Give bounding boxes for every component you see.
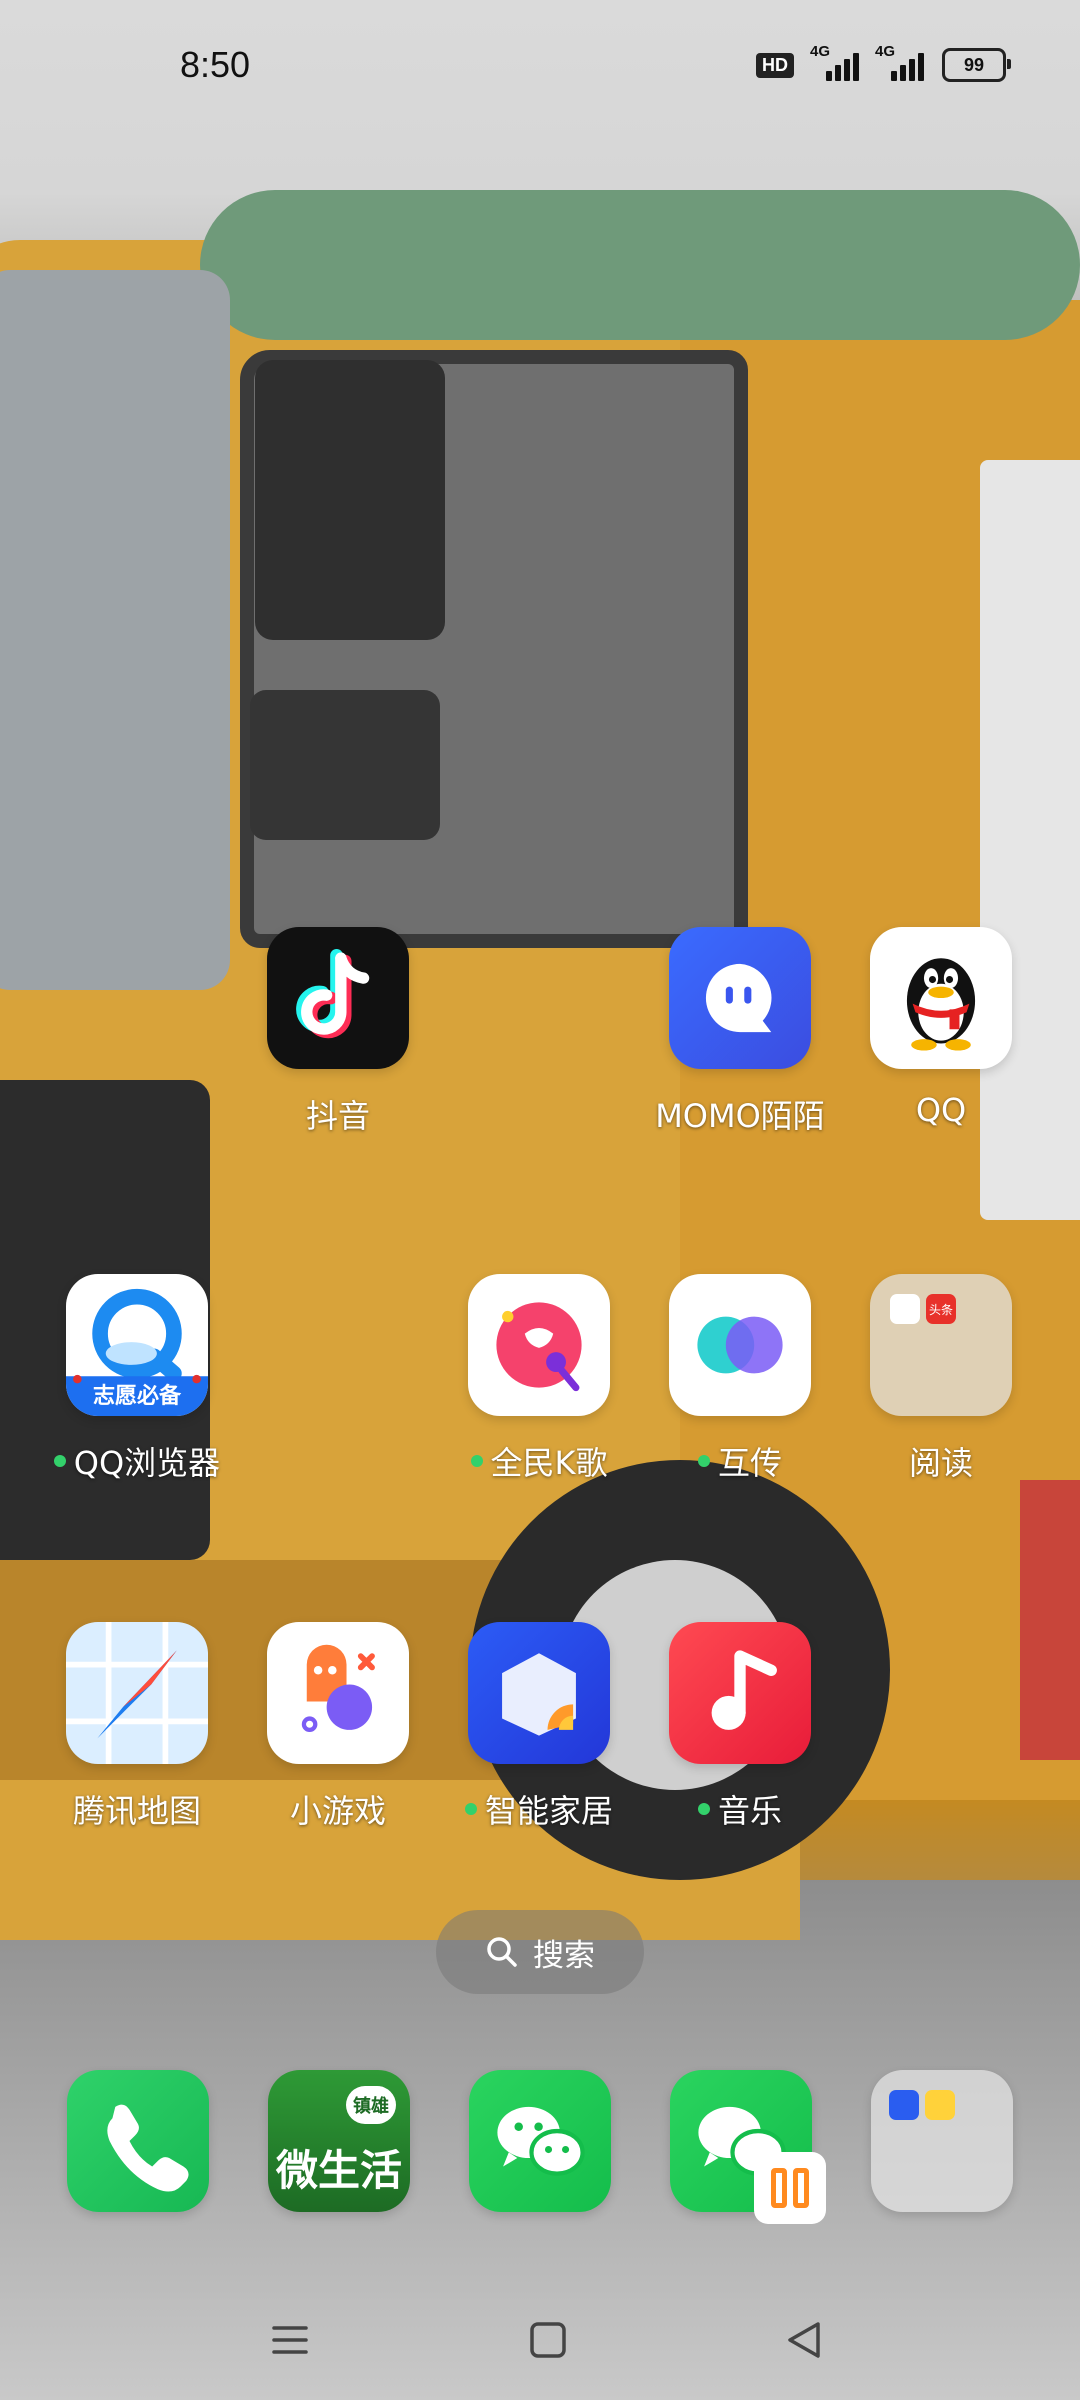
hd-voice-badge: HD (756, 52, 794, 78)
wallpaper-mirror (255, 360, 445, 640)
sim2-signal-icon: 4G (875, 43, 924, 81)
sim1-signal-icon: 4G (810, 43, 859, 81)
dock-wechat-app[interactable] (469, 2070, 611, 2212)
app-label: 腾讯地图 (72, 1792, 201, 1830)
app-label: QQ浏览器 (37, 1438, 237, 1484)
mini-games-icon (267, 1622, 409, 1764)
home-search-button[interactable]: 搜索 (436, 1910, 644, 1994)
app-label: 小游戏 (289, 1792, 386, 1830)
nav-home-button[interactable] (526, 2310, 570, 2370)
wallpaper-windshield (0, 270, 230, 990)
app-label: 音乐 (640, 1786, 840, 1832)
phone-icon (107, 2104, 189, 2192)
dock-wechat-clone-app[interactable] (670, 2070, 826, 2224)
sim1-network-type: 4G (810, 43, 831, 60)
momo-icon (669, 927, 811, 1069)
nav-back-button[interactable] (782, 2310, 826, 2370)
app-label: 阅读 (908, 1444, 973, 1482)
app-qq[interactable]: QQ (841, 927, 1041, 1129)
app-label: QQ (915, 1091, 967, 1129)
app-smart-home[interactable]: 智能家居 (439, 1622, 639, 1832)
folder-mini-app-blue-icon (889, 2090, 919, 2120)
app-reading-folder[interactable]: 头条 阅读 (841, 1274, 1041, 1484)
dock-folder[interactable] (871, 2070, 1013, 2212)
smart-home-icon (468, 1622, 610, 1764)
dock-phone-app[interactable] (67, 2070, 209, 2212)
wallpaper-tank (200, 190, 1080, 340)
music-note-icon (669, 1622, 811, 1764)
app-quanmin-kge[interactable]: 全民K歌 (439, 1274, 639, 1484)
tencent-map-icon (66, 1622, 208, 1764)
wechat-icon (497, 2106, 585, 2176)
wechat-life-badge-icon: 镇雄 (346, 2086, 396, 2124)
reading-folder-icon: 头条 (870, 1274, 1012, 1416)
status-bar: 8:50 HD 4G 4G 99 (0, 0, 1080, 140)
dock-wechat-life-app[interactable]: 镇雄 微生活 (268, 2070, 410, 2212)
new-install-dot (464, 1803, 477, 1815)
menu-icon (272, 2326, 308, 2354)
qq-browser-banner-text: 志愿必备 (92, 1384, 181, 1409)
qq-browser-icon: 志愿必备 (66, 1274, 208, 1416)
qq-penguin-icon (870, 927, 1012, 1069)
toutiao-mini-icon: 头条 (926, 1294, 956, 1324)
nav-menu-button[interactable] (268, 2310, 312, 2370)
app-tencent-map[interactable]: 腾讯地图 (37, 1622, 237, 1832)
battery-level: 99 (963, 54, 985, 75)
search-icon (487, 1937, 517, 1967)
app-label: 抖音 (305, 1097, 370, 1135)
app-mini-games[interactable]: 小游戏 (238, 1622, 438, 1832)
wallpaper-mirror-lower (250, 690, 440, 840)
sim2-network-type: 4G (875, 43, 896, 60)
status-icons: HD 4G 4G 99 (756, 43, 1011, 82)
app-douyin[interactable]: 抖音 (238, 927, 438, 1137)
wallpaper-red-box (1020, 1480, 1080, 1760)
app-label: 全民K歌 (439, 1438, 639, 1484)
new-install-dot (470, 1455, 483, 1467)
huchuan-icon (669, 1274, 811, 1416)
new-install-dot (53, 1455, 66, 1467)
status-time: 8:50 (180, 44, 251, 85)
app-label: 互传 (640, 1438, 840, 1484)
battery-icon: 99 (942, 48, 1011, 82)
wechat-life-text: 微生活 (275, 2146, 402, 2195)
douyin-icon (267, 927, 409, 1069)
app-music[interactable]: 音乐 (640, 1622, 840, 1832)
back-triangle-icon (788, 2322, 820, 2358)
app-label: 智能家居 (439, 1786, 639, 1832)
app-momo[interactable]: MOMO陌陌 (640, 927, 840, 1137)
home-square-icon (530, 2322, 566, 2358)
app-qq-browser[interactable]: 志愿必备 QQ浏览器 (37, 1274, 237, 1484)
clone-badge-icon (754, 2152, 826, 2224)
new-install-dot (697, 1455, 710, 1467)
app-huchuan[interactable]: 互传 (640, 1274, 840, 1484)
search-label: 搜索 (533, 1937, 595, 1974)
folder-mini-app-yellow-icon (925, 2090, 955, 2120)
home-screen: 8:50 HD 4G 4G 99 抖音 MOMO陌陌 QQ 志愿必备 QQ浏览器… (0, 0, 1080, 2400)
quanmin-kge-icon (468, 1274, 610, 1416)
app-label: MOMO陌陌 (655, 1097, 825, 1135)
folder-mini-icon (890, 1294, 920, 1324)
new-install-dot (697, 1803, 710, 1815)
